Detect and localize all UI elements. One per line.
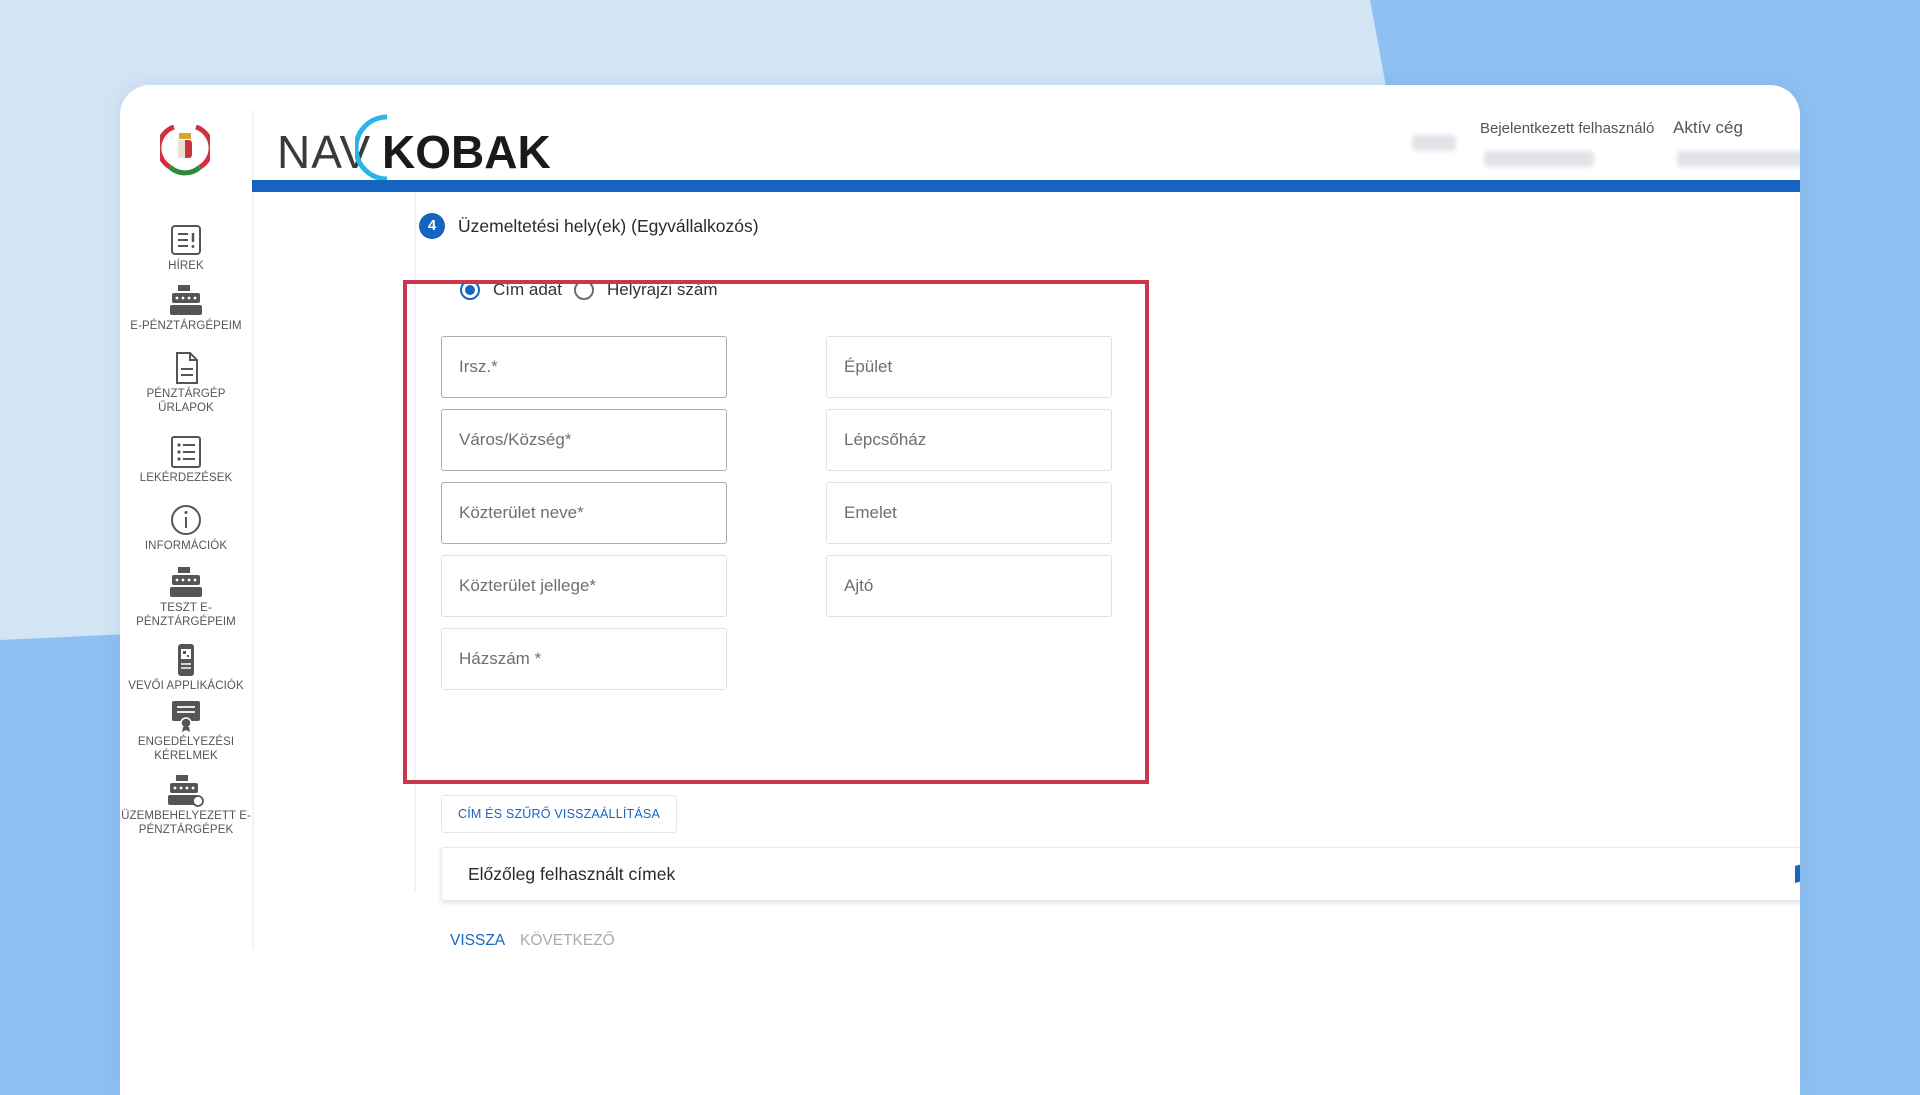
- list-icon: [171, 436, 201, 468]
- header-accent-bar: [252, 180, 1800, 192]
- news-icon: [171, 225, 201, 255]
- sidebar-item-e-cash-registers[interactable]: E-PÉNZTÁRGÉPEIM: [120, 283, 252, 333]
- document-icon: [176, 352, 198, 384]
- house-number-field[interactable]: Házszám *: [441, 628, 727, 690]
- stepper-line: [414, 192, 416, 892]
- next-button[interactable]: KÖVETKEZŐ: [520, 932, 615, 950]
- reset-address-filter-button[interactable]: CÍM ÉS SZŰRŐ VISSZAÁLLÍTÁSA: [441, 795, 677, 833]
- map-icon[interactable]: [1794, 863, 1800, 885]
- sidebar-item-queries[interactable]: LEKÉRDEZÉSEK: [120, 435, 252, 485]
- brand-kobak-text: KOBAK: [382, 126, 551, 178]
- previous-addresses-accordion[interactable]: Előzőleg felhasznált címek: [441, 847, 1800, 901]
- sidebar-item-label: INFORMÁCIÓK: [144, 540, 228, 552]
- sidebar-item-label: LEKÉRDEZÉSEK: [139, 472, 233, 484]
- radio-parcel-number-label[interactable]: Helyrajzi szám: [607, 280, 718, 300]
- step-title: Üzemeltetési hely(ek) (Egyvállalkozós): [458, 216, 759, 236]
- mobile-app-icon: [178, 644, 194, 676]
- blurred-placeholder: [1412, 135, 1456, 151]
- header: NAV KOBAK Bejelentkezett felhasználó Akt…: [252, 85, 1800, 182]
- active-company-label: Aktív cég: [1673, 118, 1743, 137]
- sidebar-item-label: PÉNZTÁRGÉP ŰRLAPOK: [146, 388, 226, 414]
- sidebar-item-label: VEVŐI APPLIKÁCIÓK: [128, 680, 244, 692]
- radio-address-data-label[interactable]: Cím adat: [493, 280, 562, 300]
- active-company-value-blurred: [1677, 151, 1800, 167]
- cash-register-icon: [170, 285, 202, 315]
- main-content: 4 Üzemeltetési hely(ek) (Egyvállalkozós)…: [252, 192, 1800, 949]
- cash-register-icon: [170, 567, 202, 597]
- sidebar-item-customer-apps[interactable]: VEVŐI APPLIKÁCIÓK: [120, 643, 252, 693]
- floor-field[interactable]: Emelet: [826, 482, 1112, 544]
- sidebar: HÍREK E-PÉNZTÁRGÉPEIM PÉNZTÁRGÉP ŰRLAPOK: [120, 85, 252, 865]
- radio-parcel-number[interactable]: [573, 280, 594, 300]
- sidebar-item-news[interactable]: HÍREK: [120, 223, 252, 273]
- sidebar-item-permit-requests[interactable]: ENGEDÉLYEZÉSI KÉRELMEK: [120, 699, 252, 763]
- sidebar-item-information[interactable]: INFORMÁCIÓK: [120, 503, 252, 553]
- logged-user-label: Bejelentkezett felhasználó: [1480, 120, 1655, 137]
- app-window: HÍREK E-PÉNZTÁRGÉPEIM PÉNZTÁRGÉP ŰRLAPOK: [120, 85, 1800, 1095]
- address-type-radio-group: Cím adat Helyrajzi szám: [460, 280, 730, 300]
- sidebar-item-installed-registers[interactable]: ÜZEMBEHELYEZETT E-PÉNZTÁRGÉPEK: [120, 773, 252, 837]
- sidebar-item-label: HÍREK: [168, 260, 204, 272]
- sidebar-item-label: ÜZEMBEHELYEZETT E-PÉNZTÁRGÉPEK: [121, 810, 251, 836]
- previous-addresses-title: Előzőleg felhasznált címek: [468, 864, 676, 884]
- postal-code-field[interactable]: Irsz.*: [441, 336, 727, 398]
- sidebar-item-label: ENGEDÉLYEZÉSI KÉRELMEK: [137, 736, 235, 762]
- logged-user-value-blurred: [1484, 151, 1594, 167]
- street-name-field[interactable]: Közterület neve*: [441, 482, 727, 544]
- step-number-badge: 4: [419, 213, 445, 239]
- sidebar-item-label: E-PÉNZTÁRGÉPEIM: [130, 320, 242, 332]
- cash-register-active-icon: [168, 775, 204, 807]
- sidebar-item-test-registers[interactable]: TESZT E-PÉNZTÁRGÉPEIM: [120, 565, 252, 629]
- sidebar-item-register-forms[interactable]: PÉNZTÁRGÉP ŰRLAPOK: [120, 351, 252, 415]
- city-field[interactable]: Város/Község*: [441, 409, 727, 471]
- radio-address-data[interactable]: [460, 280, 480, 300]
- building-field[interactable]: Épület: [826, 336, 1112, 398]
- sidebar-item-label: TESZT E-PÉNZTÁRGÉPEIM: [136, 602, 236, 628]
- back-button[interactable]: VISSZA: [450, 932, 505, 950]
- street-type-field[interactable]: Közterület jellege*: [441, 555, 727, 617]
- door-field[interactable]: Ajtó: [826, 555, 1112, 617]
- hungarian-coat-of-arms-logo: [160, 124, 210, 176]
- info-icon: [171, 505, 201, 535]
- certificate-icon: [172, 701, 200, 732]
- staircase-field[interactable]: Lépcsőház: [826, 409, 1112, 471]
